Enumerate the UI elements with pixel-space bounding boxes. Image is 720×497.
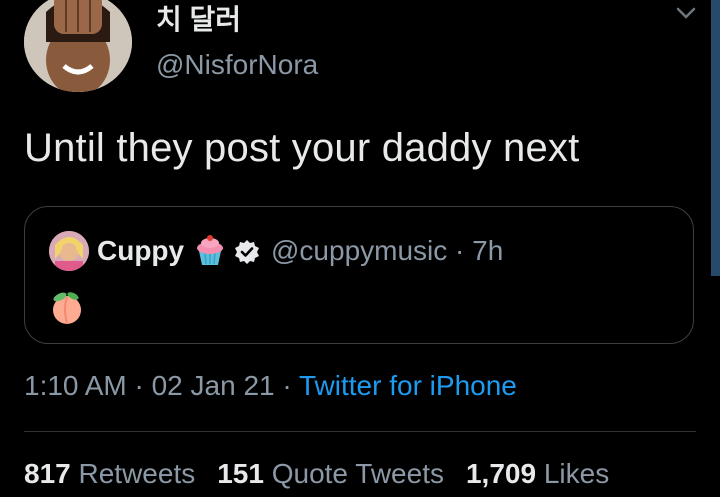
- retweets-label: Retweets: [78, 458, 196, 489]
- quotes-label: Quote Tweets: [271, 458, 444, 489]
- quoted-avatar[interactable]: [49, 231, 89, 271]
- likes-label: Likes: [543, 458, 610, 489]
- chevron-down-icon[interactable]: [675, 4, 697, 22]
- likes-count: 1,709: [465, 458, 537, 489]
- tweet-source-link[interactable]: Twitter for iPhone: [299, 370, 517, 401]
- tweet-timestamp[interactable]: 1:10 AM · 02 Jan 21 ·: [24, 370, 299, 401]
- likes-stat[interactable]: 1,709 Likes: [466, 458, 609, 489]
- user-avatar[interactable]: [24, 0, 132, 92]
- display-name[interactable]: 치 달러: [156, 0, 241, 38]
- tweet-meta: 1:10 AM · 02 Jan 21 · Twitter for iPhone: [24, 370, 517, 402]
- quote-tweets-stat[interactable]: 151 Quote Tweets: [217, 458, 444, 489]
- quoted-name[interactable]: Cuppy: [97, 235, 184, 267]
- scrollbar[interactable]: [711, 0, 720, 276]
- peach-emoji: [49, 289, 85, 325]
- retweets-stat[interactable]: 817 Retweets: [24, 458, 195, 489]
- cupcake-emoji: [195, 233, 225, 267]
- quoted-tweet[interactable]: Cuppy @cuppymusic · 7h: [24, 206, 694, 344]
- quotes-count: 151: [217, 458, 264, 489]
- verified-badge-icon: [233, 238, 261, 266]
- divider: [24, 431, 696, 432]
- user-handle[interactable]: @NisforNora: [156, 49, 318, 81]
- tweet-stats: 817 Retweets 151 Quote Tweets 1,709 Likes: [24, 458, 609, 490]
- tweet-text: Until they post your daddy next: [24, 126, 580, 170]
- quoted-handle-time[interactable]: @cuppymusic · 7h: [271, 235, 503, 267]
- retweets-count: 817: [24, 458, 71, 489]
